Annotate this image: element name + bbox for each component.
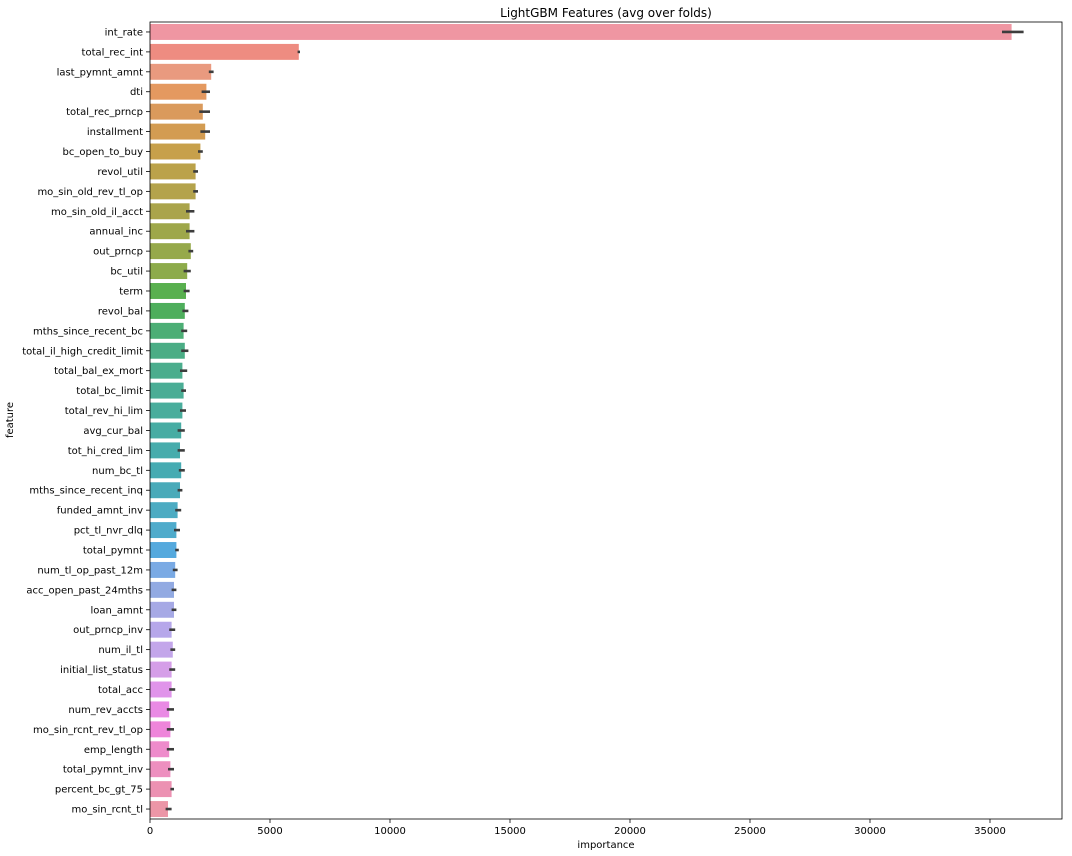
y-tick-label: term <box>119 286 143 297</box>
plot-frame <box>149 21 1063 820</box>
y-tick-label: total_rec_prncp <box>66 107 143 118</box>
y-tick-label: mo_sin_old_rev_tl_op <box>37 187 143 198</box>
y-tick-label: loan_amnt <box>91 605 144 616</box>
bar-installment <box>150 123 206 140</box>
y-tick-label: avg_cur_bal <box>83 426 143 437</box>
y-tick-label: mo_sin_old_il_acct <box>51 207 143 218</box>
y-tick-label: total_il_high_credit_limit <box>22 346 143 357</box>
bar-revol_util <box>150 163 196 180</box>
y-tick-label: mths_since_recent_bc <box>33 326 143 337</box>
chart-title: LightGBM Features (avg over folds) <box>500 6 712 20</box>
y-tick-label: acc_open_past_24mths <box>26 585 143 596</box>
x-tick-label: 10000 <box>374 826 406 837</box>
bar-total_bc_limit <box>150 382 184 399</box>
y-tick-label: total_rec_int <box>82 47 144 58</box>
y-tick-label: num_tl_op_past_12m <box>37 565 143 576</box>
plot-area <box>150 23 1024 818</box>
x-tick-label: 35000 <box>974 826 1006 837</box>
y-tick-label: initial_list_status <box>60 665 143 676</box>
y-tick-label: num_bc_tl <box>92 466 143 477</box>
bar-dti <box>150 83 207 100</box>
bar-total_rev_hi_lim <box>150 402 183 419</box>
bar-total_bal_ex_mort <box>150 362 183 379</box>
y-tick-label: mths_since_recent_inq <box>29 486 143 497</box>
y-tick-label: revol_bal <box>98 306 143 317</box>
x-tick-label: 25000 <box>734 826 766 837</box>
bar-total_pymnt <box>150 542 177 558</box>
bar-mo_sin_rcnt_tl <box>150 801 168 818</box>
bar-term <box>150 283 186 299</box>
y-tick-label: total_acc <box>98 685 143 696</box>
bar-avg_cur_bal <box>150 422 182 439</box>
bar-num_rev_accts <box>150 701 170 718</box>
bar-mths_since_recent_bc <box>150 322 184 339</box>
bar-bc_open_to_buy <box>150 143 201 160</box>
x-tick-label: 5000 <box>257 826 282 837</box>
y-tick-label: pct_tl_nvr_dlq <box>74 526 143 537</box>
y-tick-label: mo_sin_rcnt_rev_tl_op <box>33 725 143 736</box>
y-tick-label: out_prncp_inv <box>73 625 143 636</box>
y-tick-label: num_il_tl <box>98 645 143 656</box>
y-tick-label: total_bc_limit <box>76 386 143 397</box>
y-tick-label: percent_bc_gt_75 <box>55 785 143 796</box>
x-axis-label: importance <box>577 840 634 851</box>
y-tick-label: bc_open_to_buy <box>63 147 144 158</box>
bar-mo_sin_old_rev_tl_op <box>150 183 196 200</box>
bar-mo_sin_old_il_acct <box>150 203 190 220</box>
y-tick-label: emp_length <box>84 745 143 756</box>
y-tick-label: installment <box>87 127 143 138</box>
bar-mths_since_recent_inq <box>150 482 180 499</box>
bar-bc_util <box>150 263 188 280</box>
y-tick-label: dti <box>130 87 143 98</box>
bar-tot_hi_cred_lim <box>150 442 180 459</box>
x-axis: 0 5000 10000 15000 20000 25000 30000 35000 <box>147 819 1006 837</box>
y-tick-label: total_pymnt <box>83 546 143 557</box>
y-tick-label: out_prncp <box>93 247 143 258</box>
bar-total_acc <box>150 681 172 698</box>
bar-out_prncp <box>150 243 191 260</box>
x-tick-label: 30000 <box>854 826 886 837</box>
y-tick-label: mo_sin_rcnt_tl <box>71 805 143 816</box>
bar-pct_tl_nvr_dlq <box>150 522 177 539</box>
bar-percent_bc_gt_75 <box>150 781 172 798</box>
bar-out_prncp_inv <box>150 621 172 638</box>
y-tick-label: revol_util <box>97 167 143 178</box>
bar-int_rate <box>150 23 1012 40</box>
bar-acc_open_past_24mths <box>150 581 174 598</box>
y-tick-label: last_pymnt_amnt <box>57 67 144 78</box>
bar-total_il_high_credit_limit <box>150 342 185 359</box>
bar-loan_amnt <box>150 601 174 618</box>
y-tick-label: annual_inc <box>89 227 143 238</box>
y-axis-label: feature <box>5 402 16 438</box>
bar-emp_length <box>150 741 170 758</box>
feature-importance-chart: LightGBM Features (avg over folds) 0 5000… <box>5 6 1063 851</box>
y-tick-label: tot_hi_cred_lim <box>68 446 143 457</box>
x-tick-label: 20000 <box>614 826 646 837</box>
bar-num_bc_tl <box>150 462 182 479</box>
y-tick-label: total_rev_hi_lim <box>65 406 143 417</box>
y-tick-label: funded_amnt_inv <box>57 506 143 517</box>
y-tick-label: int_rate <box>105 27 143 38</box>
bar-total_rec_prncp <box>150 103 203 120</box>
bar-total_pymnt_inv <box>150 761 171 778</box>
y-tick-label: total_bal_ex_mort <box>54 366 143 377</box>
bar-num_tl_op_past_12m <box>150 561 176 578</box>
bar-num_il_tl <box>150 641 173 658</box>
x-tick-label: 0 <box>147 826 153 837</box>
bar-last_pymnt_amnt <box>150 63 212 80</box>
y-axis: int_rate total_rec_int last_pymnt_amntdti t… <box>22 27 150 816</box>
y-tick-label: bc_util <box>110 267 143 278</box>
bar-total_rec_int <box>150 43 299 60</box>
bar-funded_amnt_inv <box>150 502 178 519</box>
bar-revol_bal <box>150 302 185 319</box>
y-tick-label: num_rev_accts <box>68 705 143 716</box>
x-tick-label: 15000 <box>494 826 526 837</box>
bar-initial_list_status <box>150 661 172 678</box>
y-tick-label: total_pymnt_inv <box>63 765 143 776</box>
bar-annual_inc <box>150 223 190 240</box>
